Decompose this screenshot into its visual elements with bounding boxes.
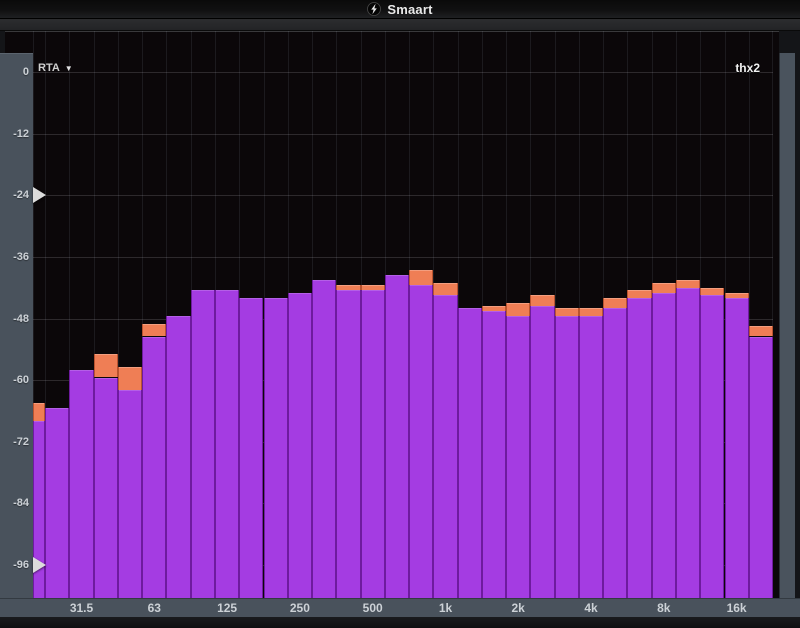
frequency-tick-label: 8k — [657, 601, 671, 615]
toolbar-band — [0, 19, 800, 31]
level-marker-icon[interactable] — [33, 557, 46, 573]
frequency-tick-label: 16k — [726, 601, 747, 615]
db-tick-label: -24 — [13, 189, 29, 202]
chevron-down-icon: ▼ — [64, 63, 73, 73]
db-tick-label: -96 — [13, 559, 29, 571]
frequency-tick-label: 63 — [147, 601, 161, 615]
bottom-frame — [0, 617, 800, 628]
level-marker-icon[interactable] — [33, 187, 46, 204]
smaart-window: Smaart 0 -12 -24 -36 -48 -60 -72 -84 -96 31.5 63 1… — [0, 0, 800, 628]
frequency-tick-label: 1k — [438, 601, 453, 615]
frequency-tick-label: 250 — [289, 601, 310, 615]
title-bar: Smaart — [0, 0, 800, 19]
db-tick-label: -48 — [13, 312, 29, 325]
right-scrollbar[interactable] — [779, 53, 795, 598]
db-tick-label: -36 — [13, 250, 29, 263]
frequency-tick-label: 4k — [584, 601, 598, 615]
db-tick-label: -84 — [13, 497, 29, 510]
frequency-tick-label: 500 — [362, 601, 383, 615]
frequency-tick-label: 125 — [217, 601, 238, 615]
smaart-logo-icon — [367, 2, 382, 16]
frequency-tick-label: 31.5 — [69, 601, 94, 615]
frequency-tick-label: 2k — [511, 601, 525, 615]
db-tick-label: -72 — [13, 435, 29, 448]
mode-label: RTA — [38, 62, 60, 74]
marker-layer — [33, 31, 773, 598]
db-tick-label: 0 — [22, 66, 29, 78]
trace-name-label[interactable]: thx2 — [735, 61, 760, 75]
window-title: Smaart — [387, 1, 433, 17]
db-tick-label: -60 — [13, 374, 29, 387]
db-tick-label: -12 — [13, 127, 29, 140]
measurement-mode-selector[interactable]: RTA ▼ — [38, 62, 73, 74]
